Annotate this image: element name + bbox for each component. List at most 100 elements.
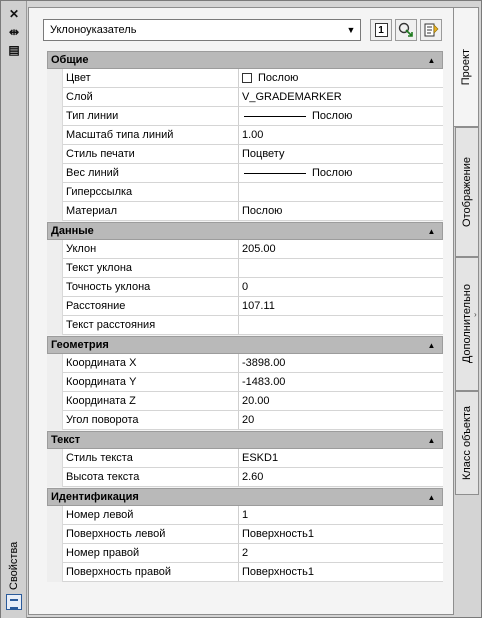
property-row-layer[interactable]: Слой V_GRADEMARKER	[47, 88, 443, 107]
section-identification[interactable]: Идентификация ▲	[47, 488, 443, 506]
property-value[interactable]	[239, 259, 443, 278]
property-value[interactable]	[239, 316, 443, 335]
section-title: Текст	[51, 434, 81, 446]
toggle-pickadd-button[interactable]: 1	[370, 19, 392, 41]
property-value[interactable]: Послою	[239, 69, 443, 88]
property-value[interactable]: 2	[239, 544, 443, 563]
property-value[interactable]: 1.00	[239, 126, 443, 145]
object-type-value: Уклоноуказатель	[50, 24, 137, 36]
select-objects-icon	[398, 22, 413, 37]
property-value[interactable]: 0	[239, 278, 443, 297]
property-row-coord-y[interactable]: Координата Y -1483.00	[47, 373, 443, 392]
row-gutter	[47, 145, 63, 164]
property-row-color[interactable]: Цвет Послою	[47, 69, 443, 88]
property-row-rotation[interactable]: Угол поворота 20	[47, 411, 443, 430]
property-value[interactable]: -1483.00	[239, 373, 443, 392]
property-name: Номер правой	[63, 544, 239, 563]
property-grid: Общие ▲ Цвет Послою Слой V_GRADEMARKER Т…	[47, 50, 443, 582]
select-objects-button[interactable]	[395, 19, 417, 41]
palette-properties-icon[interactable]: ▤	[6, 43, 22, 57]
collapse-icon[interactable]: ▲	[427, 436, 436, 445]
section-general[interactable]: Общие ▲	[47, 51, 443, 69]
row-gutter	[47, 392, 63, 411]
property-row-plot-style[interactable]: Стиль печати Поцвету	[47, 145, 443, 164]
property-row-slope-text[interactable]: Текст уклона	[47, 259, 443, 278]
tab-display[interactable]: Отображение	[455, 127, 479, 257]
quick-select-button[interactable]	[420, 19, 442, 41]
property-value[interactable]: -3898.00	[239, 354, 443, 373]
property-name: Точность уклона	[63, 278, 239, 297]
property-value[interactable]: Послою	[239, 107, 443, 126]
property-value[interactable]: Послою	[239, 202, 443, 221]
property-name: Угол поворота	[63, 411, 239, 430]
section-text[interactable]: Текст ▲	[47, 431, 443, 449]
property-value[interactable]: 20	[239, 411, 443, 430]
property-value[interactable]: 1	[239, 506, 443, 525]
property-row-coord-x[interactable]: Координата X -3898.00	[47, 354, 443, 373]
property-value[interactable]: 205.00	[239, 240, 443, 259]
tab-project[interactable]: Проект	[454, 7, 479, 127]
property-name: Координата Y	[63, 373, 239, 392]
property-row-distance[interactable]: Расстояние 107.11	[47, 297, 443, 316]
property-row-linetype-scale[interactable]: Масштаб типа линий 1.00	[47, 126, 443, 145]
collapse-icon[interactable]: ▲	[427, 341, 436, 350]
row-gutter	[47, 449, 63, 468]
property-value-text: Послою	[312, 110, 353, 122]
property-row-left-number[interactable]: Номер левой 1	[47, 506, 443, 525]
collapse-icon[interactable]: ▲	[427, 56, 436, 65]
property-row-hyperlink[interactable]: Гиперссылка	[47, 183, 443, 202]
property-row-left-surface[interactable]: Поверхность левой Поверхность1	[47, 525, 443, 544]
property-name: Координата X	[63, 354, 239, 373]
property-name: Поверхность левой	[63, 525, 239, 544]
property-row-linetype[interactable]: Тип линии Послою	[47, 107, 443, 126]
property-value[interactable]: Поцвету	[239, 145, 443, 164]
tab-label: Дополнительно	[461, 284, 473, 364]
auto-hide-icon[interactable]: ⇹	[6, 25, 22, 39]
property-row-right-surface[interactable]: Поверхность правой Поверхность1	[47, 563, 443, 582]
tab-extended[interactable]: Дополнительно	[455, 257, 479, 391]
row-gutter	[47, 240, 63, 259]
tab-object-class[interactable]: Класс объекта	[455, 391, 479, 495]
property-value[interactable]: ESKD1	[239, 449, 443, 468]
property-row-text-height[interactable]: Высота текста 2.60	[47, 468, 443, 487]
palette-menu-icon[interactable]	[6, 594, 22, 610]
property-value[interactable]: Послою	[239, 164, 443, 183]
property-row-coord-z[interactable]: Координата Z 20.00	[47, 392, 443, 411]
property-value[interactable]: V_GRADEMARKER	[239, 88, 443, 107]
chevron-down-icon[interactable]: ▼	[343, 21, 359, 39]
property-value[interactable]: 20.00	[239, 392, 443, 411]
property-name: Масштаб типа линий	[63, 126, 239, 145]
property-value[interactable]	[239, 183, 443, 202]
property-row-distance-text[interactable]: Текст расстояния	[47, 316, 443, 335]
property-value[interactable]: 2.60	[239, 468, 443, 487]
property-value[interactable]: Поверхность1	[239, 525, 443, 544]
property-row-slope-precision[interactable]: Точность уклона 0	[47, 278, 443, 297]
property-name: Вес линий	[63, 164, 239, 183]
property-value[interactable]: 107.11	[239, 297, 443, 316]
row-gutter	[47, 126, 63, 145]
section-data[interactable]: Данные ▲	[47, 222, 443, 240]
splitter-grip-icon[interactable]: ›	[474, 310, 480, 319]
palette-title-strip[interactable]: ✕ ⇹ ▤ Свойства	[1, 1, 27, 618]
section-geometry[interactable]: Геометрия ▲	[47, 336, 443, 354]
close-icon[interactable]: ✕	[6, 7, 22, 21]
collapse-icon[interactable]: ▲	[427, 493, 436, 502]
property-row-material[interactable]: Материал Послою	[47, 202, 443, 221]
color-swatch-icon	[242, 73, 252, 83]
property-row-right-number[interactable]: Номер правой 2	[47, 544, 443, 563]
row-gutter	[47, 202, 63, 221]
section-title: Геометрия	[51, 339, 109, 351]
property-row-slope[interactable]: Уклон 205.00	[47, 240, 443, 259]
quick-select-icon	[424, 23, 439, 37]
row-gutter	[47, 525, 63, 544]
property-name: Текст уклона	[63, 259, 239, 278]
property-row-text-style[interactable]: Стиль текста ESKD1	[47, 449, 443, 468]
pickadd-number: 1	[374, 23, 388, 37]
collapse-icon[interactable]: ▲	[427, 227, 436, 236]
property-name: Материал	[63, 202, 239, 221]
property-value[interactable]: Поверхность1	[239, 563, 443, 582]
property-row-lineweight[interactable]: Вес линий Послою	[47, 164, 443, 183]
object-type-dropdown[interactable]: Уклоноуказатель ▼	[43, 19, 361, 41]
property-name: Расстояние	[63, 297, 239, 316]
property-name: Слой	[63, 88, 239, 107]
